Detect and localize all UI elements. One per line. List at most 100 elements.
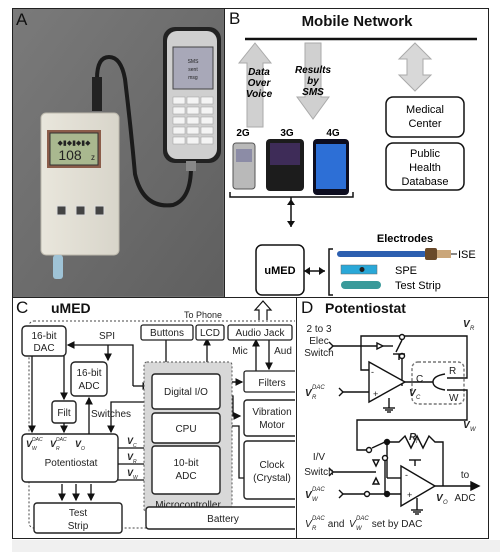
spi-label: SPI (99, 331, 115, 342)
filt-label: Filt (57, 408, 71, 419)
iv-switch-contact-left (365, 446, 373, 454)
vr-sub: R (470, 326, 475, 332)
vrdac-sub: R (312, 395, 317, 401)
vwdac-chevron-icon (338, 489, 344, 499)
device-button-3 (94, 205, 105, 216)
medical-center-label: Medical (406, 104, 444, 116)
elec-switch-label: Elec (309, 336, 328, 347)
clock-label: Clock (259, 460, 285, 471)
panel-c-label: C (16, 298, 28, 317)
footnote-sup: DAC (356, 516, 369, 522)
spe-label: SPE (395, 265, 417, 277)
cell-label-w: W (449, 393, 459, 404)
digital-io-label: Digital I/O (164, 387, 208, 398)
generation-label-4g: 4G (326, 128, 340, 139)
test-strip-label: Test (69, 508, 88, 519)
dac-label: 16-bit (31, 331, 56, 342)
iv-switch-contact-right (381, 454, 389, 462)
footnote-sup: DAC (312, 516, 325, 522)
vc-sub: C (416, 395, 421, 401)
iv-switch-driver-icon-2 (371, 476, 381, 485)
vibration-motor-label: Vibration (252, 407, 291, 418)
generation-label-3g: 3G (280, 128, 294, 139)
vwdac-terminal (363, 490, 371, 498)
ise-cap (425, 248, 437, 260)
iv-switch-label: I/V (313, 452, 326, 463)
panel-a-label: A (16, 10, 28, 29)
panel-d-potentiostat: D Potentiostat 2 to 3 Elec Switch V R - … (296, 297, 489, 539)
medical-center-box (385, 96, 465, 138)
cell-electrode-icon (432, 373, 446, 391)
electrodes-bracket (328, 248, 333, 296)
to-phone-arrow-icon (253, 300, 273, 320)
phone-screen-line: sent (188, 67, 198, 73)
adc16-label: 16-bit (76, 368, 101, 379)
spe-electrode-image (340, 264, 378, 275)
elec-switch-label: 2 to 3 (306, 324, 331, 335)
switch-contact-top (398, 333, 406, 341)
bidirectional-arrow-icon (397, 42, 433, 92)
tia-minus: - (405, 470, 408, 480)
mic-label: Mic (232, 346, 248, 357)
cable-plug (92, 77, 102, 111)
spe-dot (359, 267, 365, 272)
arrow-down-text: SMS (302, 87, 324, 98)
arrow-down-text: by (307, 76, 319, 87)
vrdac-chevron-icon (338, 387, 344, 397)
phone-keypad (172, 96, 214, 145)
panel-c-umed-block: C uMED To Phone 16-bit DAC SPI 16-bit AD… (12, 297, 304, 539)
vw-sub: W (470, 427, 477, 433)
iv-switch-blade (371, 441, 386, 449)
junction-bottom (383, 490, 391, 498)
opamp-plus: + (373, 389, 378, 399)
adc10-label: ADC (175, 471, 196, 482)
filters-label: Filters (258, 378, 285, 389)
public-health-label: Public (410, 148, 440, 160)
umed-title: uMED (51, 300, 91, 316)
clock-label: (Crystal) (253, 473, 291, 484)
pot-input-sub: R (56, 446, 60, 452)
dac-footnote: V R DAC and V W DAC set by DAC (305, 516, 422, 532)
panel-a-photo: ◆▮◆▮◆▮◆ 108 z SMS sent msg A (12, 8, 225, 298)
footnote-and: and (325, 519, 347, 530)
phone-3g-screen (270, 143, 300, 165)
umed-block-diagram: C uMED To Phone 16-bit DAC SPI 16-bit AD… (16, 298, 304, 534)
test-strip-label: Test Strip (395, 280, 441, 292)
aud-label: Aud (274, 346, 292, 357)
test-strip-port (53, 255, 63, 279)
iv-switch-label: Switch (304, 467, 333, 478)
device-button-2 (75, 205, 86, 216)
ise-tip (437, 250, 451, 258)
pot-input-sup: DAC (56, 437, 67, 443)
footnote-sub: W (356, 526, 363, 532)
switch-blade (395, 339, 403, 353)
opamp-minus: - (371, 367, 374, 377)
to-adc-label: ADC (454, 493, 475, 504)
mobile-network-title: Mobile Network (302, 13, 414, 30)
bottom-strip (12, 540, 500, 552)
panel-d-label: D (301, 298, 313, 317)
phone-screen-line: SMS (188, 59, 200, 65)
working-electrode-wire (356, 412, 468, 451)
lcd-reading: 108 (58, 147, 82, 163)
pot-input-sub: O (81, 446, 85, 452)
cell-label-r: R (449, 366, 456, 377)
dac-label: DAC (33, 343, 54, 354)
generation-label-2g: 2G (236, 128, 250, 139)
electrodes-title: Electrodes (377, 233, 433, 245)
ise-label: ISE (458, 249, 476, 261)
device-photo: ◆▮◆▮◆▮◆ 108 z SMS sent msg (13, 9, 223, 296)
cell-label-c: C (416, 374, 423, 385)
pot-input-sup: DAC (32, 437, 43, 443)
potentiostat-label: Potentiostat (45, 458, 98, 469)
vo-sub: O (443, 500, 448, 506)
vibration-motor-label: Motor (259, 420, 285, 431)
vwdac-sub: W (312, 497, 319, 503)
vwdac-sup: DAC (312, 487, 325, 493)
umed-box-label: uMED (264, 265, 295, 277)
footnote-sub: R (312, 526, 317, 532)
to-adc-label: to (461, 470, 470, 481)
arrow-up-text: Over (248, 78, 272, 89)
iv-switch-driver-icon (371, 459, 381, 468)
arrow-up-text: Data (248, 67, 270, 78)
